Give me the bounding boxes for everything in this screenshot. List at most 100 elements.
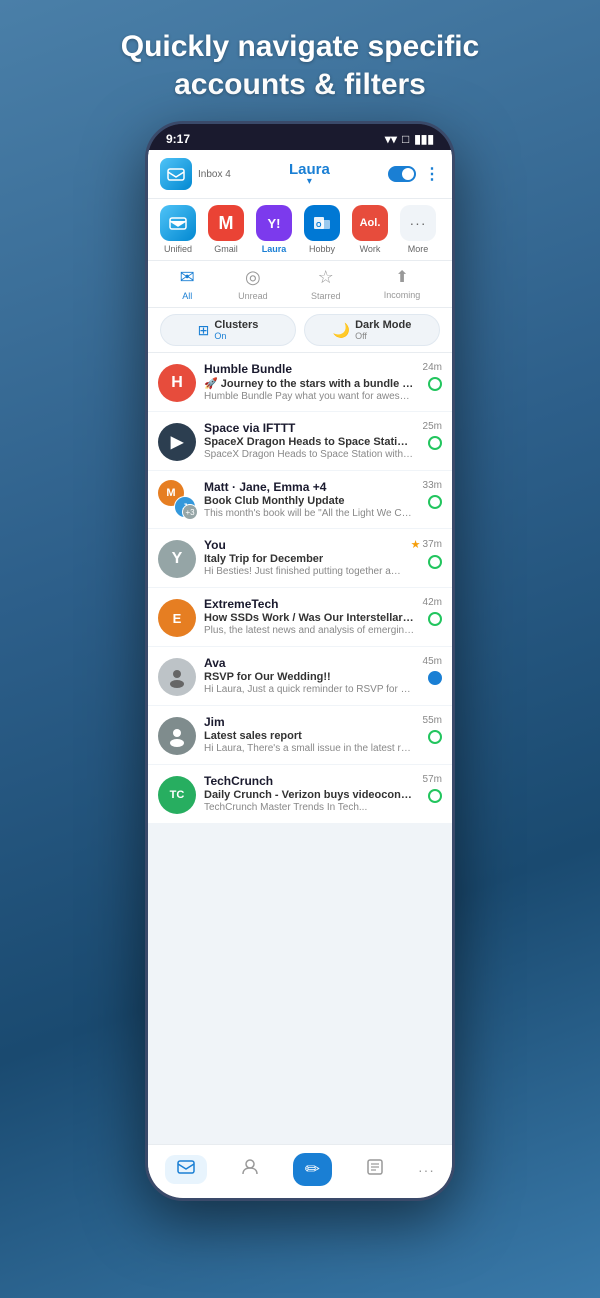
email-subject: Book Club Monthly Update — [204, 495, 415, 507]
hobby-icon: O — [304, 205, 340, 241]
avatar-space: ▶ — [158, 423, 196, 461]
email-from: Ava — [204, 656, 415, 670]
unread-dot — [428, 789, 442, 803]
account-selector[interactable]: Laura ▾ — [231, 161, 388, 187]
email-item-group[interactable]: M J +3 Matt · Jane, Emma +4 Book Club Mo… — [148, 471, 452, 528]
phone-mockup: 9:17 ▾▾ □ ▮▮▮ Inbox 4 — [0, 121, 600, 1201]
email-item-you[interactable]: Y You Italy Trip for December Hi Besties… — [148, 529, 452, 587]
email-content: Humble Bundle 🚀 Journey to the stars wit… — [204, 362, 415, 402]
email-time: 25m — [423, 421, 442, 432]
email-subject: Italy Trip for December — [204, 553, 403, 565]
unread-dot — [428, 730, 442, 744]
account-tab-work[interactable]: Aol. Work — [348, 205, 392, 254]
unread-dot — [428, 495, 442, 509]
starred-filter-label: Starred — [311, 291, 341, 301]
email-item-extremetech[interactable]: E ExtremeTech How SSDs Work / Was Our In… — [148, 588, 452, 646]
email-item-jim[interactable]: Jim Latest sales report Hi Laura, There'… — [148, 706, 452, 764]
email-meta: 57m — [423, 774, 442, 803]
account-tab-gmail[interactable]: M Gmail — [204, 205, 248, 254]
email-from: Matt · Jane, Emma +4 — [204, 480, 415, 494]
email-content: TechCrunch Daily Crunch - Verizon buys v… — [204, 774, 415, 813]
email-preview: This month's book will be "All the Light… — [204, 508, 415, 519]
email-item-ava[interactable]: Ava RSVP for Our Wedding!! Hi Laura, Jus… — [148, 647, 452, 705]
inbox-nav-icon — [165, 1155, 207, 1184]
unread-filter-icon: ◎ — [245, 267, 261, 288]
toggle-button[interactable] — [388, 166, 416, 182]
email-item-humble-bundle[interactable]: H Humble Bundle 🚀 Journey to the stars w… — [148, 353, 452, 411]
avatar-group: M J +3 — [158, 480, 196, 518]
tasks-nav-icon — [366, 1158, 384, 1182]
email-meta: 55m — [423, 715, 442, 744]
filter-incoming[interactable]: ⬆ Incoming — [384, 267, 421, 301]
email-content: Space via IFTTT SpaceX Dragon Heads to S… — [204, 421, 415, 460]
email-time: 57m — [423, 774, 442, 785]
email-subject: Daily Crunch - Verizon buys videoconfere… — [204, 789, 415, 801]
avatar-ava — [158, 658, 196, 696]
email-preview: TechCrunch Master Trends In Tech... — [204, 802, 415, 813]
dark-mode-label: Dark Mode — [355, 319, 411, 331]
avatar-extremetech: E — [158, 599, 196, 637]
email-time: 55m — [423, 715, 442, 726]
email-from: Humble Bundle — [204, 362, 415, 376]
dark-mode-button[interactable]: 🌙 Dark Mode Off — [304, 314, 440, 346]
email-from: Jim — [204, 715, 415, 729]
gmail-label: Gmail — [214, 244, 238, 254]
wifi-icon: ▾▾ — [385, 132, 397, 146]
filter-all[interactable]: ✉ All — [180, 267, 195, 301]
nav-contacts[interactable] — [241, 1158, 259, 1182]
avatar-you: Y — [158, 540, 196, 578]
nav-tasks[interactable] — [366, 1158, 384, 1182]
email-subject: Latest sales report — [204, 730, 415, 742]
dark-mode-sub: Off — [355, 331, 411, 341]
chevron-down-icon: ▾ — [307, 176, 312, 187]
dark-mode-icon: 🌙 — [333, 322, 350, 339]
more-menu-button[interactable]: ⋮ — [424, 164, 440, 184]
gmail-icon: M — [208, 205, 244, 241]
headline-line1: Quickly navigate specific — [121, 30, 480, 63]
account-tab-laura[interactable]: Y! Laura — [252, 205, 296, 254]
email-time: 45m — [423, 656, 442, 667]
unread-dot — [428, 377, 442, 391]
filter-tabs: ✉ All ◎ Unread ☆ Starred ⬆ Incoming — [148, 261, 452, 308]
laura-icon: Y! — [256, 205, 292, 241]
nav-inbox[interactable] — [165, 1155, 207, 1184]
account-tab-more[interactable]: ··· More — [396, 205, 440, 254]
nav-more[interactable]: ··· — [418, 1162, 435, 1178]
avatar-humble-bundle: H — [158, 364, 196, 402]
app-logo[interactable]: Inbox 4 — [160, 158, 231, 190]
email-item-techcrunch[interactable]: TC TechCrunch Daily Crunch - Verizon buy… — [148, 765, 452, 823]
email-time: 24m — [423, 362, 442, 373]
status-icons: ▾▾ □ ▮▮▮ — [385, 132, 434, 146]
email-list: H Humble Bundle 🚀 Journey to the stars w… — [148, 353, 452, 1161]
account-tab-hobby[interactable]: O Hobby — [300, 205, 344, 254]
more-nav-icon: ··· — [418, 1162, 435, 1178]
more-icon: ··· — [400, 205, 436, 241]
compose-nav-icon: ✏ — [293, 1153, 332, 1186]
unread-dot — [428, 436, 442, 450]
settings-row: ⊞ Clusters On 🌙 Dark Mode Off — [148, 308, 452, 353]
avatar-techcrunch: TC — [158, 776, 196, 814]
email-preview: Hi Besties! Just finished putting togeth… — [204, 566, 403, 577]
contacts-nav-icon — [241, 1158, 259, 1182]
top-bar: Inbox 4 Laura ▾ ⋮ — [148, 150, 452, 199]
filter-unread[interactable]: ◎ Unread — [238, 267, 268, 301]
clusters-button[interactable]: ⊞ Clusters On — [160, 314, 296, 346]
clusters-info: Clusters On — [214, 319, 258, 341]
avatar-jim — [158, 717, 196, 755]
email-meta: 33m — [423, 480, 442, 509]
headline: Quickly navigate specific accounts & fil… — [0, 0, 600, 121]
email-meta: 42m — [423, 597, 442, 626]
filter-starred[interactable]: ☆ Starred — [311, 267, 341, 301]
account-tab-unified[interactable]: Unified — [156, 205, 200, 254]
email-content: ExtremeTech How SSDs Work / Was Our Inte… — [204, 597, 415, 636]
email-from: TechCrunch — [204, 774, 415, 788]
laura-label: Laura — [262, 244, 287, 254]
unified-icon — [160, 205, 196, 241]
email-time: 33m — [423, 480, 442, 491]
nav-compose[interactable]: ✏ — [293, 1153, 332, 1186]
app-icon — [160, 158, 192, 190]
email-item-space-ifttt[interactable]: ▶ Space via IFTTT SpaceX Dragon Heads to… — [148, 412, 452, 470]
email-content: You Italy Trip for December Hi Besties! … — [204, 538, 403, 577]
all-filter-label: All — [182, 291, 192, 301]
incoming-filter-icon: ⬆ — [395, 267, 408, 287]
